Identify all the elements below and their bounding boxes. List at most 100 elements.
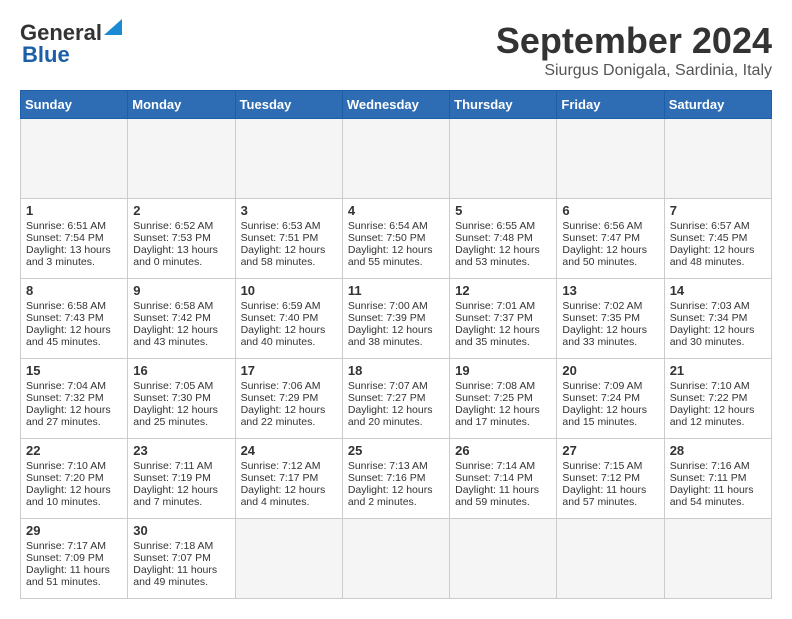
day-number: 18 [348,363,444,378]
daylight-label: Daylight: 12 hours and 12 minutes. [670,404,755,428]
sunrise-text: Sunrise: 6:59 AM [241,300,321,312]
sunset-text: Sunset: 7:30 PM [133,392,211,404]
week-row-2: 8Sunrise: 6:58 AMSunset: 7:43 PMDaylight… [21,279,772,359]
sunset-text: Sunset: 7:17 PM [241,472,319,484]
sunset-text: Sunset: 7:12 PM [562,472,640,484]
sunset-text: Sunset: 7:54 PM [26,232,104,244]
day-number: 9 [133,283,229,298]
calendar-cell: 17Sunrise: 7:06 AMSunset: 7:29 PMDayligh… [235,359,342,439]
sunrise-text: Sunrise: 6:54 AM [348,220,428,232]
daylight-label: Daylight: 12 hours and 22 minutes. [241,404,326,428]
day-number: 21 [670,363,766,378]
sunrise-text: Sunrise: 7:05 AM [133,380,213,392]
daylight-label: Daylight: 12 hours and 33 minutes. [562,324,647,348]
sunset-text: Sunset: 7:37 PM [455,312,533,324]
calendar-title-area: September 2024 Siurgus Donigala, Sardini… [496,20,772,80]
calendar-cell: 23Sunrise: 7:11 AMSunset: 7:19 PMDayligh… [128,439,235,519]
sunset-text: Sunset: 7:29 PM [241,392,319,404]
day-number: 23 [133,443,229,458]
day-number: 29 [26,523,122,538]
calendar-cell: 9Sunrise: 6:58 AMSunset: 7:42 PMDaylight… [128,279,235,359]
daylight-label: Daylight: 12 hours and 27 minutes. [26,404,111,428]
calendar-table: SundayMondayTuesdayWednesdayThursdayFrid… [20,90,772,599]
day-number: 16 [133,363,229,378]
sunset-text: Sunset: 7:50 PM [348,232,426,244]
sunrise-text: Sunrise: 6:55 AM [455,220,535,232]
logo-arrow-shape [104,19,122,40]
day-number: 24 [241,443,337,458]
daylight-label: Daylight: 12 hours and 53 minutes. [455,244,540,268]
sunrise-text: Sunrise: 7:08 AM [455,380,535,392]
sunset-text: Sunset: 7:22 PM [670,392,748,404]
daylight-label: Daylight: 13 hours and 3 minutes. [26,244,111,268]
sunset-text: Sunset: 7:24 PM [562,392,640,404]
calendar-cell [235,119,342,199]
sunset-text: Sunset: 7:27 PM [348,392,426,404]
sunrise-text: Sunrise: 6:57 AM [670,220,750,232]
sunset-text: Sunset: 7:19 PM [133,472,211,484]
calendar-cell: 6 Sunrise: 6:56 AMSunset: 7:47 PMDaylight… [557,199,664,279]
sunrise-text: Sunrise: 6:58 AM [26,300,106,312]
sunset-text: Sunset: 7:51 PM [241,232,319,244]
sunrise-text: Sunrise: 7:03 AM [670,300,750,312]
calendar-cell: 30Sunrise: 7:18 AMSunset: 7:07 PMDayligh… [128,519,235,599]
logo-blue: Blue [22,42,70,68]
sunrise-text: Sunrise: 6:58 AM [133,300,213,312]
calendar-cell: 1Sunrise: 6:51 AMSunset: 7:54 PMDaylight… [21,199,128,279]
calendar-cell: 24Sunrise: 7:12 AMSunset: 7:17 PMDayligh… [235,439,342,519]
daylight-label: Daylight: 12 hours and 40 minutes. [241,324,326,348]
calendar-cell: 18Sunrise: 7:07 AMSunset: 7:27 PMDayligh… [342,359,449,439]
day-number: 14 [670,283,766,298]
daylight-label: Daylight: 12 hours and 43 minutes. [133,324,218,348]
sunrise-text: Sunrise: 7:18 AM [133,540,213,552]
day-number: 4 [348,203,444,218]
calendar-cell [557,519,664,599]
sunset-text: Sunset: 7:16 PM [348,472,426,484]
daylight-label: Daylight: 12 hours and 35 minutes. [455,324,540,348]
day-number: 3 [241,203,337,218]
week-row-3: 15Sunrise: 7:04 AMSunset: 7:32 PMDayligh… [21,359,772,439]
sunset-text: Sunset: 7:25 PM [455,392,533,404]
day-number: 30 [133,523,229,538]
sunrise-text: Sunrise: 6:56 AM [562,220,642,232]
calendar-cell [128,119,235,199]
daylight-label: Daylight: 12 hours and 48 minutes. [670,244,755,268]
daylight-label: Daylight: 12 hours and 45 minutes. [26,324,111,348]
sunrise-text: Sunrise: 7:11 AM [133,460,212,472]
calendar-cell: 21Sunrise: 7:10 AMSunset: 7:22 PMDayligh… [664,359,771,439]
day-header-wednesday: Wednesday [342,91,449,119]
day-number: 20 [562,363,658,378]
sunrise-text: Sunrise: 7:04 AM [26,380,106,392]
calendar-cell [342,519,449,599]
day-number: 28 [670,443,766,458]
sunrise-text: Sunrise: 7:13 AM [348,460,428,472]
daylight-label: Daylight: 12 hours and 55 minutes. [348,244,433,268]
day-number: 13 [562,283,658,298]
daylight-label: Daylight: 12 hours and 25 minutes. [133,404,218,428]
calendar-cell [235,519,342,599]
calendar-cell [21,119,128,199]
sunrise-text: Sunrise: 7:10 AM [26,460,106,472]
month-title: September 2024 [496,20,772,62]
location-title: Siurgus Donigala, Sardinia, Italy [496,62,772,80]
day-number: 6 [562,203,658,218]
sunrise-text: Sunrise: 7:07 AM [348,380,428,392]
sunset-text: Sunset: 7:47 PM [562,232,640,244]
daylight-label: Daylight: 12 hours and 38 minutes. [348,324,433,348]
calendar-cell: 3Sunrise: 6:53 AMSunset: 7:51 PMDaylight… [235,199,342,279]
sunrise-text: Sunrise: 7:14 AM [455,460,535,472]
day-number: 11 [348,283,444,298]
week-row-0 [21,119,772,199]
sunset-text: Sunset: 7:09 PM [26,552,104,564]
daylight-label: Daylight: 12 hours and 15 minutes. [562,404,647,428]
calendar-cell: 11Sunrise: 7:00 AMSunset: 7:39 PMDayligh… [342,279,449,359]
calendar-cell [342,119,449,199]
sunrise-text: Sunrise: 7:00 AM [348,300,428,312]
calendar-cell: 13Sunrise: 7:02 AMSunset: 7:35 PMDayligh… [557,279,664,359]
calendar-cell: 4 Sunrise: 6:54 AMSunset: 7:50 PMDaylight… [342,199,449,279]
day-number: 26 [455,443,551,458]
calendar-cell: 2Sunrise: 6:52 AMSunset: 7:53 PMDaylight… [128,199,235,279]
daylight-label: Daylight: 12 hours and 50 minutes. [562,244,647,268]
calendar-cell: 27Sunrise: 7:15 AMSunset: 7:12 PMDayligh… [557,439,664,519]
day-number: 8 [26,283,122,298]
